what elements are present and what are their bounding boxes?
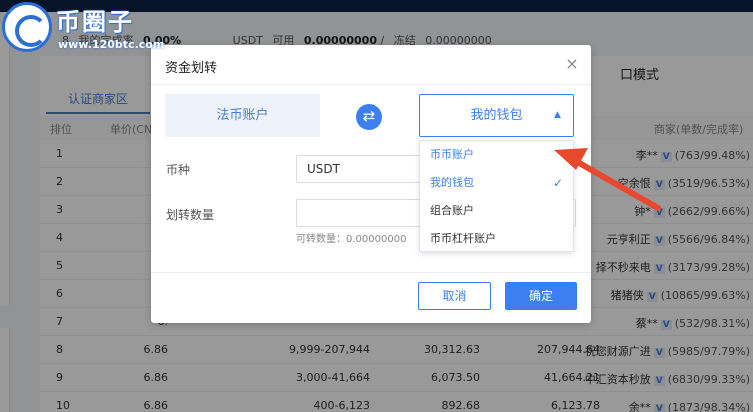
confirm-button[interactable]: 确定 bbox=[505, 282, 577, 310]
site-logo: 币圈子 www.120btc.com bbox=[0, 0, 164, 56]
cancel-button[interactable]: 取消 bbox=[418, 282, 491, 310]
caret-up-icon: ▲ bbox=[554, 110, 561, 120]
amount-label: 划转数量 bbox=[166, 208, 215, 222]
annotation-arrow-icon bbox=[554, 148, 661, 211]
coin-select[interactable]: USDT bbox=[296, 155, 421, 183]
dialog-divider bbox=[151, 272, 591, 273]
to-account-value: 我的钱包 bbox=[470, 108, 523, 123]
to-account-select[interactable]: 我的钱包 ▲ bbox=[419, 94, 574, 137]
dropdown-item-label: 币币杠杆账户 bbox=[430, 232, 496, 245]
dialog-header: 资金划转 × bbox=[151, 45, 591, 85]
dropdown-item-label: 币币账户 bbox=[430, 148, 474, 161]
transferable-amount-hint: 可转数量：0.00000000 bbox=[296, 234, 407, 245]
logo-icon bbox=[2, 2, 52, 52]
from-account-box: 法币账户 bbox=[165, 94, 320, 137]
dialog-title: 资金划转 bbox=[165, 61, 218, 76]
dropdown-item-margin-account[interactable]: 币币杠杆账户 bbox=[420, 225, 573, 253]
logo-title: 币圈子 bbox=[56, 8, 134, 36]
dropdown-item-label: 我的钱包 bbox=[430, 176, 474, 189]
dropdown-item-label: 组合账户 bbox=[430, 204, 474, 217]
close-icon[interactable]: × bbox=[562, 54, 582, 74]
logo-url: www.120btc.com bbox=[58, 38, 165, 51]
swap-icon[interactable]: ⇄ bbox=[356, 104, 382, 130]
coin-label: 币种 bbox=[166, 163, 191, 177]
